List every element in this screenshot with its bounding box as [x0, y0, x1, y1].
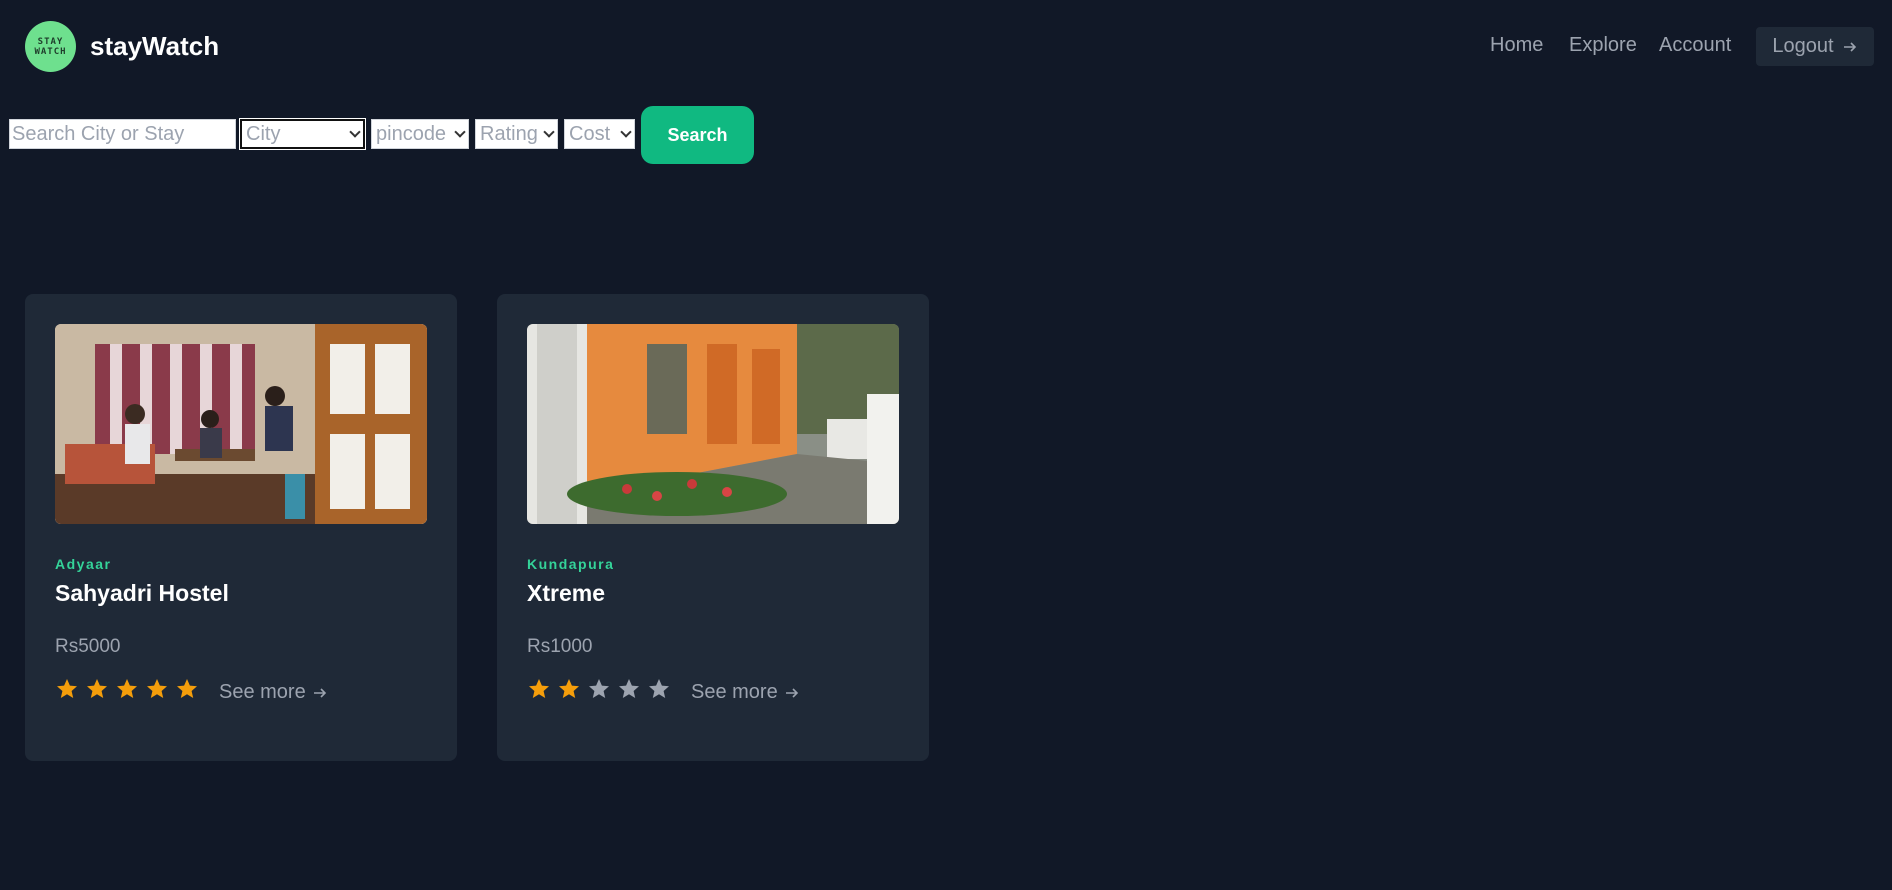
chevron-down-icon: [454, 125, 466, 138]
see-more-label: See more: [691, 681, 778, 703]
rating-select[interactable]: Rating: [475, 119, 558, 149]
see-more-link[interactable]: See more: [219, 681, 328, 704]
star-rating: [527, 677, 671, 701]
logout-label: Logout: [1772, 35, 1834, 57]
chevron-down-icon: [620, 125, 632, 138]
staywatch-logo[interactable]: STAY WATCH: [25, 21, 76, 72]
stay-name[interactable]: Sahyadri Hostel: [55, 580, 229, 607]
see-more-label: See more: [219, 681, 306, 703]
cost-select[interactable]: Cost: [564, 119, 635, 149]
star-empty-icon: [649, 679, 669, 698]
top-navbar: STAY WATCH stayWatch Home Explore Accoun…: [0, 0, 1892, 95]
logout-button[interactable]: Logout: [1756, 27, 1874, 66]
stay-city: Kundapura: [527, 556, 615, 572]
see-more-link[interactable]: See more: [691, 681, 800, 704]
arrow-right-icon: [1843, 41, 1856, 52]
star-filled-icon: [57, 679, 77, 698]
star-filled-icon: [559, 679, 579, 698]
star-filled-icon: [117, 679, 137, 698]
stay-photo: [55, 324, 427, 524]
star-rating: [55, 677, 199, 701]
pincode-select-value: pincode: [376, 122, 447, 145]
stay-price: Rs1000: [527, 636, 593, 657]
logo-text-line2: WATCH: [34, 46, 67, 57]
stay-card: Kundapura Xtreme Rs1000 See more: [497, 294, 929, 761]
arrow-right-icon: [785, 687, 798, 698]
search-input-placeholder: Search City or Stay: [12, 122, 185, 145]
star-filled-icon: [87, 679, 107, 698]
star-filled-icon: [147, 679, 167, 698]
stay-price: Rs5000: [55, 636, 121, 657]
stay-photo: [527, 324, 899, 524]
star-empty-icon: [589, 679, 609, 698]
stay-city: Adyaar: [55, 556, 112, 572]
chevron-down-icon: [349, 125, 361, 138]
star-filled-icon: [529, 679, 549, 698]
star-empty-icon: [619, 679, 639, 698]
nav-link-explore[interactable]: Explore: [1569, 34, 1637, 57]
nav-link-home[interactable]: Home: [1490, 34, 1543, 57]
arrow-right-icon: [313, 687, 326, 698]
stay-card: Adyaar Sahyadri Hostel Rs5000 See more: [25, 294, 457, 761]
search-button[interactable]: Search: [641, 106, 754, 164]
nav-link-account[interactable]: Account: [1659, 34, 1731, 57]
stay-name[interactable]: Xtreme: [527, 580, 605, 607]
city-select[interactable]: City: [239, 118, 366, 150]
logo-text-line1: STAY: [37, 36, 64, 47]
chevron-down-icon: [543, 125, 555, 138]
search-input[interactable]: Search City or Stay: [9, 119, 236, 149]
pincode-select[interactable]: pincode: [371, 119, 469, 149]
cost-select-value: Cost: [569, 122, 611, 145]
rating-select-value: Rating: [480, 122, 538, 145]
star-filled-icon: [177, 679, 197, 698]
brand-name[interactable]: stayWatch: [90, 31, 219, 62]
city-select-value: City: [246, 122, 281, 145]
